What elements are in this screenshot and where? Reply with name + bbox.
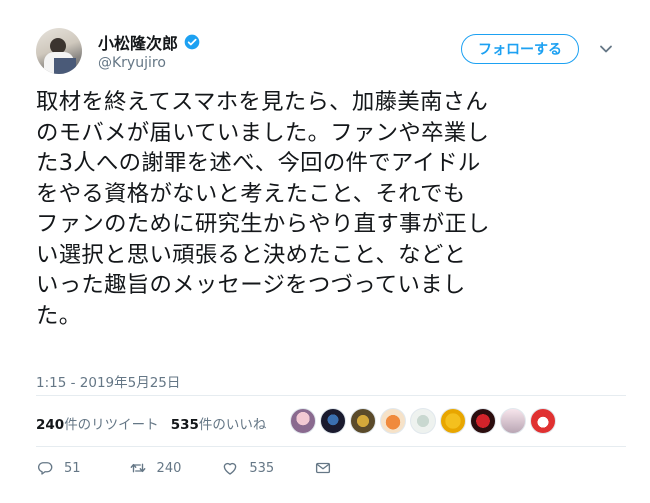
reply-count: 51 xyxy=(64,460,81,476)
liker-avatars xyxy=(290,408,560,434)
tweet-line: ファンのために研究生からやり直す事が正し xyxy=(36,211,490,237)
chevron-down-icon[interactable] xyxy=(599,44,613,54)
like-count: 535 xyxy=(249,460,275,476)
name-row: 小松隆次郎 xyxy=(98,30,200,54)
liker-avatar[interactable] xyxy=(530,408,556,434)
reply-icon xyxy=(37,462,53,475)
liker-avatar[interactable] xyxy=(470,408,496,434)
tweet-text: 取材を終えてスマホを見たら、加藤美南さん のモバメが届いていました。ファンや卒業し… xyxy=(36,87,626,331)
retweet-stat[interactable]: 240件のリツイート xyxy=(36,413,159,433)
retweet-button[interactable]: 240 xyxy=(129,459,182,477)
like-button[interactable]: 535 xyxy=(221,459,274,477)
liker-avatar[interactable] xyxy=(350,408,376,434)
retweet-stat-label: 件のリツイート xyxy=(64,417,159,433)
like-stat-count: 535 xyxy=(170,417,199,433)
reply-button[interactable]: 51 xyxy=(36,459,81,477)
retweet-icon xyxy=(130,463,145,473)
divider xyxy=(36,446,626,447)
liker-avatar[interactable] xyxy=(500,408,526,434)
liker-avatar[interactable] xyxy=(290,408,316,434)
user-handle[interactable]: @Kryujiro xyxy=(98,55,166,71)
tweet-line: た。 xyxy=(36,302,82,329)
heart-icon xyxy=(224,462,237,475)
liker-avatar[interactable] xyxy=(410,408,436,434)
retweet-count: 240 xyxy=(156,460,182,476)
like-stat[interactable]: 535件のいいね xyxy=(171,413,267,433)
follow-button[interactable]: フォローする xyxy=(461,34,579,64)
like-stat-label: 件のいいね xyxy=(198,417,267,433)
liker-avatar[interactable] xyxy=(380,408,406,434)
retweet-stat-count: 240 xyxy=(36,417,65,433)
tweet-line: い選択と思い頑張ると決めたこと、などと xyxy=(36,241,467,268)
tweet-line: をやる資格がないと考えたこと、それでも xyxy=(36,180,466,207)
divider xyxy=(36,395,626,396)
tweet-header: 小松隆次郎 @Kryujiro フォローする xyxy=(36,22,626,82)
envelope-icon xyxy=(316,462,331,474)
tweet-stats: 240件のリツイート 535件のいいね xyxy=(36,413,278,433)
tweet-line: た3人への謝罪を述べ、今回の件でアイドル xyxy=(36,150,481,176)
tweet-line: のモバメが届いていました。ファンや卒業し xyxy=(36,119,490,146)
tweet-timestamp[interactable]: 1:15 - 2019年5月25日 xyxy=(36,371,180,391)
verified-badge-icon xyxy=(184,34,200,50)
direct-message-button[interactable] xyxy=(314,459,332,477)
tweet-actions: 51 240 535 xyxy=(36,459,332,477)
display-name[interactable]: 小松隆次郎 xyxy=(98,30,178,54)
avatar[interactable] xyxy=(36,28,82,74)
tweet-line: いった趣旨のメッセージをつづっていまし xyxy=(36,272,466,298)
tweet-line: 取材を終えてスマホを見たら、加藤美南さん xyxy=(36,89,489,115)
liker-avatar[interactable] xyxy=(440,408,466,434)
liker-avatar[interactable] xyxy=(320,408,346,434)
